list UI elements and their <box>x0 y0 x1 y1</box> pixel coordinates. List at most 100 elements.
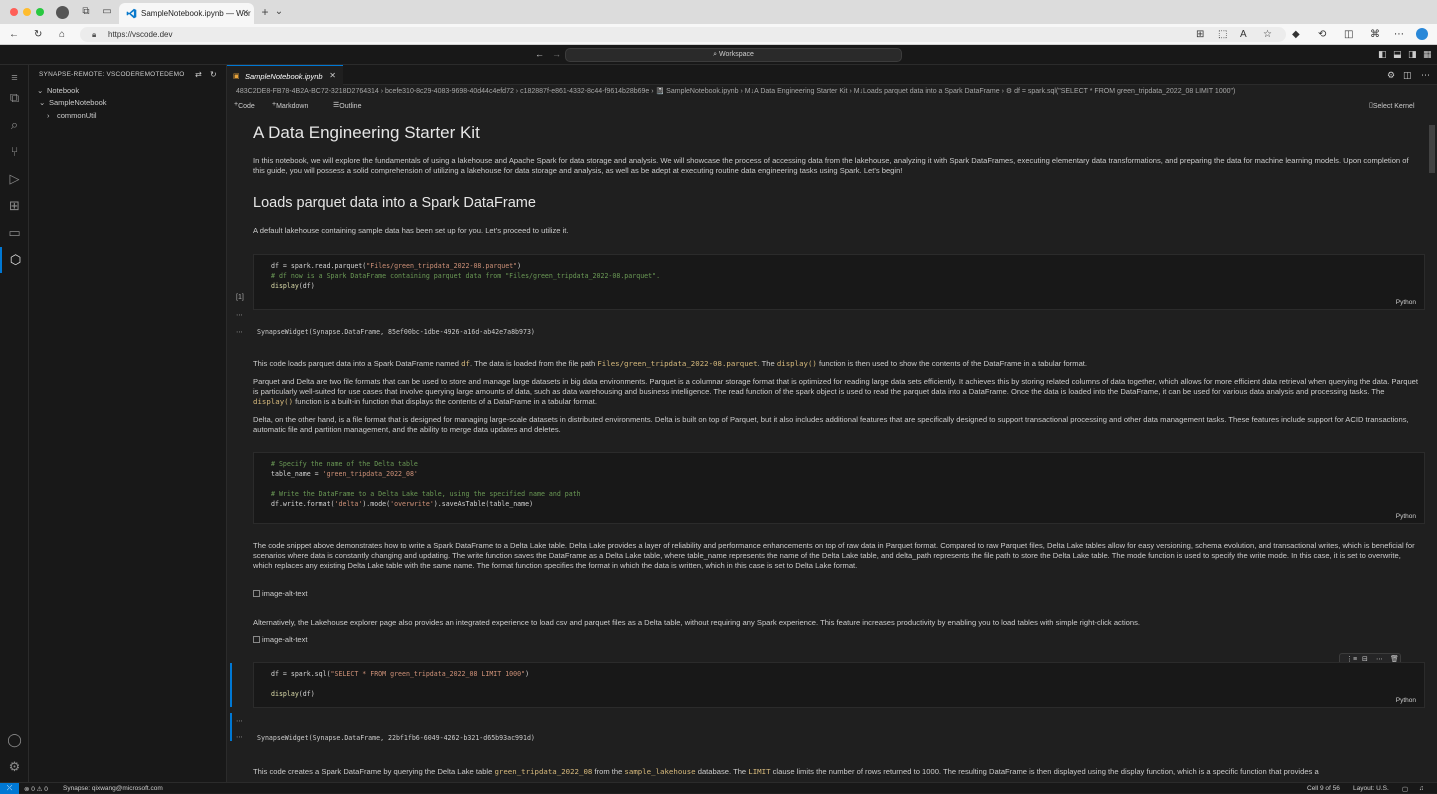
browser-tab-vscode[interactable]: SampleNotebook.ipynb — Wor ✕ <box>119 3 254 24</box>
code-cell-3[interactable]: df = spark.sql("SELECT * FROM green_trip… <box>253 662 1425 708</box>
copilot-icon[interactable] <box>1416 28 1428 40</box>
bell-icon[interactable]: ♫ <box>1419 785 1424 792</box>
account-status[interactable]: Synapse: qixwang@microsoft.com <box>63 785 163 792</box>
code-cell-2[interactable]: # Specify the name of the Delta table ta… <box>253 452 1425 524</box>
tab-actions-icon[interactable]: ▭ <box>101 6 113 18</box>
nav-forward-icon[interactable]: → <box>552 49 561 60</box>
code-line: df = spark.read.parquet("Files/green_tri… <box>271 262 522 270</box>
output-collapse-icon[interactable]: ⋯ <box>236 311 243 319</box>
breadcrumb[interactable]: 483C2DE8-FB78-4B2A-BC72-3218D2764314 › b… <box>236 87 1426 99</box>
cell-position-status[interactable]: Cell 9 of 56 <box>1307 785 1340 792</box>
broken-image-icon <box>253 636 260 643</box>
close-tab-icon[interactable]: ✕ <box>242 8 249 17</box>
close-icon[interactable]: ✕ <box>329 71 336 80</box>
settings-gear-icon[interactable]: ⚙ <box>0 754 29 780</box>
search-icon[interactable]: ⌕ <box>0 112 29 138</box>
notifications-icon[interactable]: ▢ <box>1402 785 1408 793</box>
toggle-primary-sidebar-icon[interactable]: ◧ <box>1378 49 1387 60</box>
toggle-panel-icon[interactable]: ⬓ <box>1393 49 1402 60</box>
tree-item-notebook[interactable]: ⌄ Notebook <box>37 86 79 95</box>
refresh-icon[interactable]: ↻ <box>34 29 42 41</box>
vertical-scrollbar[interactable] <box>1427 115 1437 782</box>
scrollbar-thumb[interactable] <box>1429 125 1435 173</box>
paragraph-explorer: Alternatively, the Lakehouse explorer pa… <box>253 618 1140 627</box>
image-placeholder-1: image-alt-text <box>253 589 307 598</box>
accounts-icon[interactable]: ◯ <box>0 727 29 753</box>
open-in-app-icon[interactable]: ⬚ <box>1218 29 1227 41</box>
outline-label: Outline <box>339 103 362 110</box>
intro-paragraph: In this notebook, we will explore the fu… <box>253 156 1409 175</box>
notebook-settings-icon[interactable]: ⚙ <box>1387 70 1395 81</box>
select-kernel-label: Select Kernel <box>1372 103 1415 110</box>
favorite-star-icon[interactable]: ☆ <box>1263 29 1272 41</box>
problems-status[interactable]: ⊗ 0 ⚠ 0 <box>24 785 48 793</box>
collections-icon[interactable]: ⌘ <box>1370 29 1380 41</box>
lock-icon: 🔒︎ <box>92 30 97 39</box>
output-collapse-icon[interactable]: ⋯ <box>236 717 243 725</box>
toggle-secondary-sidebar-icon[interactable]: ◨ <box>1408 49 1417 60</box>
command-center-search[interactable]: ⌕ Workspace <box>565 48 902 62</box>
home-icon[interactable]: ⌂ <box>59 29 65 41</box>
tree-item-samplenotebook[interactable]: ⌄ SampleNotebook <box>39 98 107 107</box>
remote-indicator-icon[interactable]: ⤫ <box>0 783 19 794</box>
nav-back-icon[interactable]: ← <box>535 49 544 60</box>
workspaces-icon[interactable]: ⧉ <box>80 6 92 18</box>
run-debug-icon[interactable]: ▷ <box>0 166 29 192</box>
extensions-icon[interactable]: ⊞ <box>0 193 29 219</box>
source-control-icon[interactable]: ⑂ <box>0 139 29 165</box>
refresh-icon[interactable]: ↻ <box>210 69 217 80</box>
cell-language[interactable]: Python <box>1396 299 1416 306</box>
paragraph-loads: This code loads parquet data into a Spar… <box>253 359 1088 368</box>
chevron-down-icon: ⌄ <box>39 98 46 107</box>
code-cell-1[interactable]: df = spark.read.parquet("Files/green_tri… <box>253 254 1425 310</box>
synapse-icon[interactable]: ⬡ <box>0 247 29 273</box>
cell-language[interactable]: Python <box>1396 697 1416 704</box>
add-code-button[interactable]: + Code <box>234 101 255 110</box>
install-app-icon[interactable]: ⊞ <box>1196 29 1204 41</box>
more-icon[interactable]: ⋯ <box>1394 29 1404 41</box>
new-tab-icon[interactable]: + <box>259 6 271 18</box>
sidebar: SYNAPSE-REMOTE: VSCODEREMOTEDEMO ⇄ ↻ ⌄ No… <box>29 65 227 782</box>
tab-samplenotebook[interactable]: ▣ SampleNotebook.ipynb ✕ <box>227 65 343 85</box>
focused-cell-indicator <box>230 663 232 707</box>
editor-tabs: ▣ SampleNotebook.ipynb ✕ ⚙ ◫ ⋯ <box>227 65 1437 85</box>
code-line: df.write.format('delta').mode('overwrite… <box>271 500 534 508</box>
output-actions-icon[interactable]: ⋯ <box>236 733 243 741</box>
profile-avatar[interactable] <box>56 6 69 19</box>
remote-explorer-icon[interactable]: ▭ <box>0 220 29 246</box>
add-code-label: Code <box>238 103 255 110</box>
notebook-file-icon: ▣ <box>233 73 240 80</box>
keyboard-layout-status[interactable]: Layout: U.S. <box>1353 785 1389 792</box>
cell-language[interactable]: Python <box>1396 513 1416 520</box>
read-aloud-icon[interactable]: A <box>1240 29 1247 41</box>
editor-group: ▣ SampleNotebook.ipynb ✕ ⚙ ◫ ⋯ 483C2DE8-… <box>227 65 1437 782</box>
close-window-button[interactable] <box>10 8 18 16</box>
minimize-window-button[interactable] <box>23 8 31 16</box>
sync-icon[interactable]: ⇄ <box>195 69 202 80</box>
paragraph-default-lakehouse: A default lakehouse containing sample da… <box>253 226 569 235</box>
tree-item-commonutil[interactable]: › commonUtil <box>47 111 97 120</box>
sync-icon[interactable]: ⟲ <box>1318 29 1326 41</box>
split-screen-icon[interactable]: ◫ <box>1344 29 1353 41</box>
chevron-right-icon: › <box>47 111 50 120</box>
customize-layout-icon[interactable]: ▦ <box>1423 49 1432 60</box>
tab-list-chevron-icon[interactable]: ⌄ <box>273 6 285 18</box>
output-actions-icon[interactable]: ⋯ <box>236 328 243 336</box>
image-placeholder-2: image-alt-text <box>253 635 307 644</box>
explorer-icon[interactable]: ⧉ <box>0 85 29 111</box>
url-input[interactable]: 🔒︎ https://vscode.dev <box>80 27 1286 42</box>
more-actions-icon[interactable]: ⋯ <box>1421 70 1430 81</box>
extension-icon[interactable]: ◆ <box>1292 29 1300 41</box>
notebook-cells: A Data Engineering Starter Kit In this n… <box>227 115 1427 782</box>
tree-item-label: Notebook <box>47 86 80 95</box>
code-line: df = spark.sql("SELECT * FROM green_trip… <box>271 670 530 678</box>
paragraph-parquet: Parquet and Delta are two file formats t… <box>253 377 1419 406</box>
outline-button[interactable]: ☰ Outline <box>333 101 361 110</box>
split-editor-icon[interactable]: ◫ <box>1403 70 1412 81</box>
heading-1: A Data Engineering Starter Kit <box>253 123 480 142</box>
execution-count: [1] <box>236 294 244 301</box>
maximize-window-button[interactable] <box>36 8 44 16</box>
add-markdown-button[interactable]: + Markdown <box>272 101 308 110</box>
select-kernel-button[interactable]: ▯ Select Kernel <box>1369 101 1415 110</box>
back-icon[interactable]: ← <box>9 29 19 41</box>
